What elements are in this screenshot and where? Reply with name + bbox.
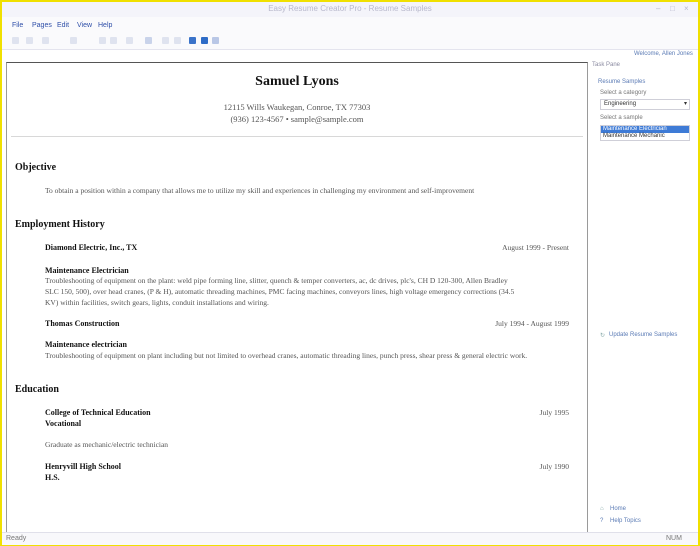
sample-item[interactable]: Maintenance Mechanic bbox=[603, 133, 665, 140]
menu-help[interactable]: Help bbox=[98, 22, 112, 29]
menu-file[interactable]: File bbox=[12, 22, 23, 29]
header-divider bbox=[11, 136, 583, 137]
job-company: Diamond Electric, Inc., TX bbox=[45, 243, 138, 252]
category-select[interactable]: Engineering ▾ bbox=[600, 99, 690, 110]
job-dates: August 1999 - Present bbox=[502, 243, 569, 252]
status-num: NUM bbox=[666, 535, 682, 542]
school-detail: H.S. bbox=[45, 473, 60, 482]
cut-icon[interactable] bbox=[99, 37, 106, 44]
print-icon[interactable] bbox=[70, 37, 77, 44]
category-label: Select a category bbox=[600, 90, 647, 96]
category-value: Engineering bbox=[604, 101, 637, 107]
minimize-button[interactable]: – bbox=[656, 4, 660, 13]
status-ready: Ready bbox=[6, 535, 27, 542]
chevron-down-icon[interactable]: ▾ bbox=[684, 100, 687, 107]
app-window: Easy Resume Creator Pro - Resume Samples… bbox=[0, 0, 700, 546]
objective-text: To obtain a position within a company th… bbox=[45, 186, 475, 195]
sample-label: Select a sample bbox=[600, 115, 643, 121]
open-icon[interactable] bbox=[26, 37, 33, 44]
redo-icon[interactable] bbox=[174, 37, 181, 44]
job-description-line: Troubleshooting of equipment on plant in… bbox=[45, 351, 528, 360]
resume-name: Samuel Lyons bbox=[255, 74, 339, 89]
title-bar: Easy Resume Creator Pro - Resume Samples… bbox=[2, 2, 698, 17]
school-note: Graduate as mechanic/electric technician bbox=[45, 440, 169, 449]
job-description-line: Troubleshooting of equipment on the plan… bbox=[45, 276, 508, 285]
web-icon[interactable] bbox=[201, 37, 208, 44]
refresh-icon[interactable]: ↻ bbox=[600, 332, 605, 339]
menu-view[interactable]: View bbox=[77, 22, 92, 29]
new-icon[interactable] bbox=[12, 37, 19, 44]
maximize-button[interactable]: □ bbox=[670, 4, 675, 13]
school-name: College of Technical Education bbox=[45, 408, 151, 417]
resume-contact: (936) 123-4567 • sample@sample.com bbox=[230, 114, 364, 124]
job-title: Maintenance Electrician bbox=[45, 266, 129, 275]
job-description-line: KV) within facilities, switch gears, lig… bbox=[45, 298, 269, 307]
menu-pages[interactable]: Pages bbox=[32, 22, 52, 29]
home-icon[interactable]: ⌂ bbox=[600, 506, 604, 512]
school-dates: July 1995 bbox=[539, 408, 569, 417]
layout-icon[interactable] bbox=[189, 37, 196, 44]
sample-list[interactable]: Maintenance Electrician Maintenance Mech… bbox=[600, 125, 690, 141]
school-detail: Vocational bbox=[45, 419, 82, 428]
employment-heading: Employment History bbox=[15, 219, 105, 230]
save-icon[interactable] bbox=[42, 37, 49, 44]
task-pane-title: Task Pane bbox=[592, 62, 621, 68]
help-topics-link[interactable]: Help Topics bbox=[610, 518, 641, 524]
toolbar bbox=[2, 35, 698, 50]
email-icon[interactable] bbox=[212, 37, 219, 44]
close-button[interactable]: × bbox=[684, 4, 689, 13]
copy-icon[interactable] bbox=[110, 37, 117, 44]
preview-icon[interactable] bbox=[145, 37, 152, 44]
sample-item-selected[interactable]: Maintenance Electrician bbox=[601, 126, 689, 133]
job-dates: July 1994 - August 1999 bbox=[495, 319, 569, 328]
objective-heading: Objective bbox=[15, 162, 57, 173]
resume-document[interactable]: Samuel Lyons 12115 Wills Waukegan, Conro… bbox=[6, 62, 588, 533]
task-pane: Task Pane Resume Samples Select a catego… bbox=[590, 60, 698, 530]
menu-edit[interactable]: Edit bbox=[57, 22, 69, 29]
welcome-text: Welcome, Allen Jones bbox=[634, 51, 693, 57]
undo-icon[interactable] bbox=[162, 37, 169, 44]
status-bar: Ready NUM bbox=[2, 532, 698, 545]
school-name: Henryvill High School bbox=[45, 462, 122, 471]
job-company: Thomas Construction bbox=[45, 319, 120, 328]
school-dates: July 1990 bbox=[539, 462, 569, 471]
window-title: Easy Resume Creator Pro - Resume Samples bbox=[268, 4, 432, 13]
job-title: Maintenance electrician bbox=[45, 340, 127, 349]
resume-samples-section[interactable]: Resume Samples bbox=[598, 79, 645, 85]
help-icon[interactable]: ? bbox=[600, 518, 603, 524]
resume-address: 12115 Wills Waukegan, Conroe, TX 77303 bbox=[223, 102, 371, 112]
home-link[interactable]: Home bbox=[610, 506, 626, 512]
paste-icon[interactable] bbox=[126, 37, 133, 44]
menu-bar: File Pages Edit View Help bbox=[2, 17, 698, 35]
job-description-line: SLC 150, 500), over head cranes, (P & H)… bbox=[45, 287, 515, 296]
education-heading: Education bbox=[15, 384, 59, 395]
update-samples-link[interactable]: Update Resume Samples bbox=[609, 332, 677, 338]
